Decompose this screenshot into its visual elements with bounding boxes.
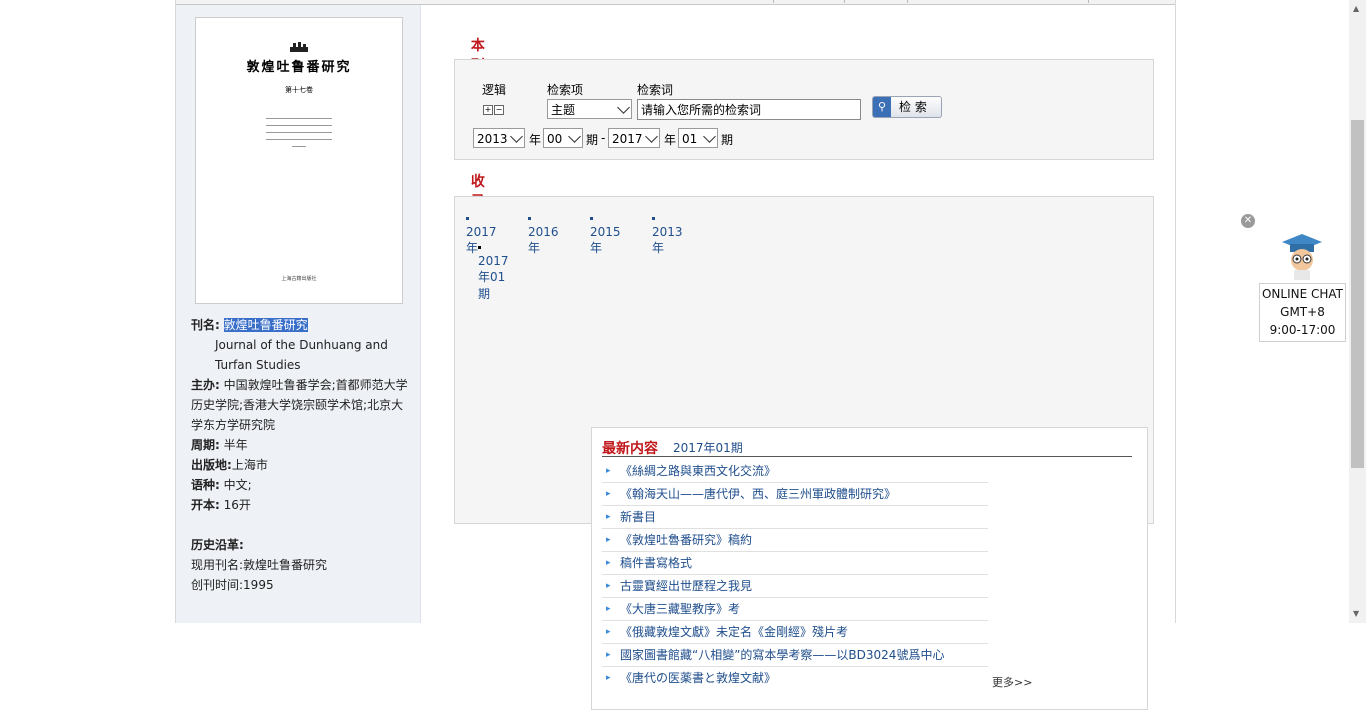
range-dash: - bbox=[601, 131, 606, 145]
cover-publisher: 上海古籍出版社 bbox=[281, 276, 317, 282]
from-year-select[interactable]: 2013 bbox=[473, 128, 525, 148]
online-chat-widget[interactable]: ONLINE CHAT GMT+8 9:00-17:00 bbox=[1259, 283, 1346, 342]
list-item[interactable]: ▸ 國家圖書館藏“八相變”的寫本學考察——以BD3024號爲中心 bbox=[602, 644, 988, 667]
sponsor-value: 中国敦煌吐鲁番学会;首都师范大学历史学院;香港大学饶宗颐学术馆;北京大学东方学研… bbox=[191, 378, 408, 432]
chat-title: ONLINE CHAT bbox=[1261, 287, 1344, 301]
search-button[interactable]: ⚲ 检 索 bbox=[872, 96, 942, 118]
from-issue-select[interactable]: 00 bbox=[543, 128, 583, 148]
list-item[interactable]: ▸ 稿件書寫格式 bbox=[602, 552, 988, 575]
page-scrollbar[interactable]: ▲ ▼ bbox=[1349, 0, 1366, 623]
year-link-2015[interactable]: 2015年 bbox=[590, 211, 621, 256]
journal-info: 刊名: 敦煌吐鲁番研究 Journal of the Dunhuang and … bbox=[191, 315, 411, 595]
label-place: 出版地: bbox=[191, 458, 232, 472]
list-item[interactable]: ▸ 《唐代の医薬書と敦煌文献》 bbox=[602, 667, 988, 689]
cover-volume: 第十七卷 bbox=[285, 86, 313, 94]
list-item[interactable]: ▸ 《絲綢之路與東西文化交流》 bbox=[602, 460, 988, 483]
latest-heading: 最新内容 bbox=[602, 441, 658, 457]
place-value: 上海市 bbox=[231, 458, 268, 472]
cover-title: 敦煌吐鲁番研究 bbox=[246, 60, 352, 75]
label-period: 周期: bbox=[191, 438, 220, 452]
search-input[interactable]: 请输入您所需的检索词 bbox=[637, 99, 861, 120]
issue-char: 期 bbox=[721, 133, 734, 147]
issue-char: 期 bbox=[586, 133, 599, 147]
year-char: 年 bbox=[529, 133, 542, 147]
year-char: 年 bbox=[664, 133, 677, 147]
search-panel: 逻辑 检索项 检索词 + − 主题 请输入您所需的检索词 ⚲ 检 索 2013 … bbox=[454, 59, 1154, 160]
search-field-select[interactable]: 主题 bbox=[547, 99, 632, 119]
list-item[interactable]: ▸ 新書目 bbox=[602, 506, 988, 529]
journal-sidebar: 敦煌吐鲁番研究 第十七卷 上海古籍出版社 刊名: 敦煌吐鲁番研究 Journal… bbox=[176, 5, 421, 623]
year-link-2013[interactable]: 2013年 bbox=[652, 211, 683, 256]
remove-condition-icon[interactable]: − bbox=[494, 105, 504, 115]
publisher-logo-icon bbox=[290, 42, 308, 52]
list-item[interactable]: ▸ 《敦煌吐魯番研究》稿約 bbox=[602, 529, 988, 552]
article-list: ▸ 《絲綢之路與東西文化交流》 ▸ 《翰海天山——唐代伊、西、庭三州軍政體制研究》 … bbox=[602, 460, 988, 690]
founded-date: 创刊时间:1995 bbox=[191, 578, 274, 592]
label-language: 语种: bbox=[191, 478, 220, 492]
list-item[interactable]: ▸ 《俄藏敦煌文獻》未定名《金剛經》殘片考 bbox=[602, 621, 988, 644]
latest-content-panel: 最新内容 2017年01期 ▸ 《絲綢之路與東西文化交流》 ▸ 《翰海天山——唐代伊… bbox=[591, 427, 1148, 710]
close-icon[interactable]: ✕ bbox=[1241, 214, 1255, 228]
to-issue-select[interactable]: 01 bbox=[678, 128, 718, 148]
journal-cover-image[interactable]: 敦煌吐鲁番研究 第十七卷 上海古籍出版社 bbox=[195, 17, 403, 304]
field-label: 检索项 bbox=[547, 83, 584, 97]
to-year-select[interactable]: 2017 bbox=[608, 128, 660, 148]
journal-name: 敦煌吐鲁番研究 bbox=[223, 318, 308, 332]
issues-panel: 最新内容 2017年01期 ▸ 《絲綢之路與東西文化交流》 ▸ 《翰海天山——唐代伊… bbox=[454, 196, 1154, 710]
label-history: 历史沿革: bbox=[191, 538, 244, 552]
latest-issue-label: 2017年01期 bbox=[673, 441, 743, 455]
format-value: 16开 bbox=[223, 498, 251, 512]
search-icon: ⚲ bbox=[873, 97, 891, 117]
chat-hours: 9:00-17:00 bbox=[1269, 323, 1336, 337]
label-name: 刊名: bbox=[191, 318, 220, 332]
top-nav-tab[interactable] bbox=[773, 0, 845, 3]
scroll-up-icon[interactable]: ▲ bbox=[1353, 4, 1359, 13]
term-label: 检索词 bbox=[637, 83, 674, 97]
scrollbar-thumb[interactable] bbox=[1351, 120, 1364, 468]
period-value: 半年 bbox=[223, 438, 248, 452]
list-item[interactable]: ▸ 《大唐三藏聖教序》考 bbox=[602, 598, 988, 621]
list-item[interactable]: ▸ 古靈寶經出世歷程之我見 bbox=[602, 575, 988, 598]
chat-mascot-icon[interactable] bbox=[1278, 232, 1326, 282]
label-sponsor: 主办: bbox=[191, 378, 220, 392]
language-value: 中文; bbox=[223, 478, 252, 492]
current-name: 现用刊名:敦煌吐鲁番研究 bbox=[191, 558, 328, 572]
journal-english-name: Journal of the Dunhuang and Turfan Studi… bbox=[215, 338, 388, 372]
chat-timezone: GMT+8 bbox=[1280, 305, 1325, 319]
more-link[interactable]: 更多>> bbox=[992, 674, 1032, 690]
issue-link[interactable]: 2017年01期 bbox=[478, 240, 509, 302]
scroll-down-icon[interactable]: ▼ bbox=[1353, 609, 1359, 618]
top-nav-tab[interactable] bbox=[907, 0, 1089, 3]
list-item[interactable]: ▸ 《翰海天山——唐代伊、西、庭三州軍政體制研究》 bbox=[602, 483, 988, 506]
page-container: 敦煌吐鲁番研究 第十七卷 上海古籍出版社 刊名: 敦煌吐鲁番研究 Journal… bbox=[175, 0, 1176, 710]
add-condition-icon[interactable]: + bbox=[483, 105, 493, 115]
logic-label: 逻辑 bbox=[482, 83, 507, 97]
label-format: 开本: bbox=[191, 498, 220, 512]
year-link-2016[interactable]: 2016年 bbox=[528, 211, 559, 256]
